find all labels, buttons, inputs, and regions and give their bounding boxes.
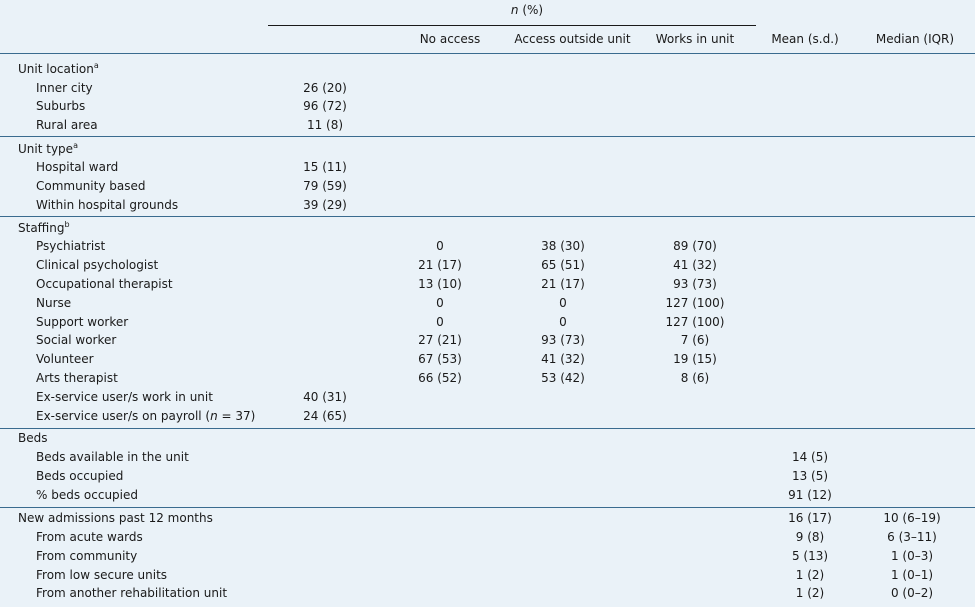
cell-works-in-unit: 19 (15) [673,352,717,366]
col-header-mean-sd: Mean (s.d.) [771,32,839,46]
row-label: Support worker [36,315,129,329]
section-rule [0,136,975,137]
row-label: Beds available in the unit [36,450,189,464]
row-label: Beds occupied [36,469,124,483]
cell-median: 1 (0–1) [890,568,934,582]
cell-no-access: 21 (17) [418,258,462,272]
n-pct-header: n (%) [487,3,567,18]
section-title-beds: Beds [18,431,48,445]
cell-n: 96 (72) [303,99,347,113]
section-rule [0,507,975,508]
row-label: Inner city [36,81,93,95]
cell-n: 26 (20) [303,81,347,95]
section-rule [0,428,975,429]
row-label: Suburbs [36,99,86,113]
cell-no-access: 0 [436,239,444,253]
cell-access-outside: 93 (73) [541,333,585,347]
cell-no-access: 27 (21) [418,333,462,347]
cell-mean: 16 (17) [788,511,832,525]
row-label: Nurse [36,296,72,310]
cell-n: 40 (31) [303,390,347,404]
cell-mean: 91 (12) [788,488,832,502]
row-label: Ex-service user/s on payroll (n = 37) [36,409,256,423]
cell-access-outside: 53 (42) [541,371,585,385]
cell-access-outside: 65 (51) [541,258,585,272]
cell-mean: 9 (8) [795,530,825,544]
row-label: Arts therapist [36,371,118,385]
row-label: Rural area [36,118,98,132]
cell-works-in-unit: 127 (100) [665,296,725,310]
cell-access-outside: 21 (17) [541,277,585,291]
cell-median: 10 (6–19) [883,511,941,525]
col-header-median-iqr: Median (IQR) [875,32,955,46]
n-italic: n [510,3,519,17]
cell-mean: 14 (5) [791,450,829,464]
row-label: % beds occupied [36,488,138,502]
row-label: Psychiatrist [36,239,106,253]
cell-median: 1 (0–3) [890,549,934,563]
cell-mean: 13 (5) [791,469,829,483]
row-label: Ex-service user/s work in unit [36,390,213,404]
section-title-unit-location: Unit locationa [18,61,99,77]
cell-mean: 1 (2) [795,568,825,582]
row-label: Clinical psychologist [36,258,159,272]
row-label: Within hospital grounds [36,198,179,212]
cell-access-outside: 0 [559,315,567,329]
cell-n: 79 (59) [303,179,347,193]
cell-n: 15 (11) [303,160,347,174]
row-label: Occupational therapist [36,277,173,291]
cell-median: 0 (0–2) [890,586,934,600]
cell-n: 39 (29) [303,198,347,212]
row-label: From another rehabilitation unit [36,586,228,600]
section-title-staffing: Staffingb [18,220,70,236]
col-header-works-in-unit: Works in unit [655,32,735,46]
cell-works-in-unit: 89 (70) [673,239,717,253]
cell-mean: 5 (13) [791,549,829,563]
cell-n: 24 (65) [303,409,347,423]
row-label: Social worker [36,333,117,347]
section-title-new-admissions: New admissions past 12 months [18,511,213,525]
pct-label: (%) [518,3,544,17]
cell-works-in-unit: 41 (32) [673,258,717,272]
cell-access-outside: 41 (32) [541,352,585,366]
row-label: From acute wards [36,530,143,544]
cell-no-access: 13 (10) [418,277,462,291]
cell-works-in-unit: 93 (73) [673,277,717,291]
row-label: Hospital ward [36,160,119,174]
section-title-unit-type: Unit typea [18,141,78,157]
cell-no-access: 67 (53) [418,352,462,366]
row-label: Community based [36,179,146,193]
data-table: n (%) No access Access outside unit Work… [0,0,975,607]
col-header-access-outside-unit: Access outside unit [514,32,631,46]
cell-access-outside: 0 [559,296,567,310]
cell-n: 11 (8) [306,118,344,132]
section-rule [0,216,975,217]
cell-no-access: 0 [436,296,444,310]
cell-median: 6 (3–11) [887,530,937,544]
cell-works-in-unit: 7 (6) [680,333,710,347]
col-header-no-access: No access [419,32,481,46]
cell-works-in-unit: 8 (6) [680,371,710,385]
row-label: From community [36,549,138,563]
cell-access-outside: 38 (30) [541,239,585,253]
cell-no-access: 0 [436,315,444,329]
cell-works-in-unit: 127 (100) [665,315,725,329]
row-label: Volunteer [36,352,94,366]
n-pct-underline [268,25,756,26]
cell-no-access: 66 (52) [418,371,462,385]
cell-mean: 1 (2) [795,586,825,600]
header-rule [0,53,975,54]
row-label: From low secure units [36,568,168,582]
